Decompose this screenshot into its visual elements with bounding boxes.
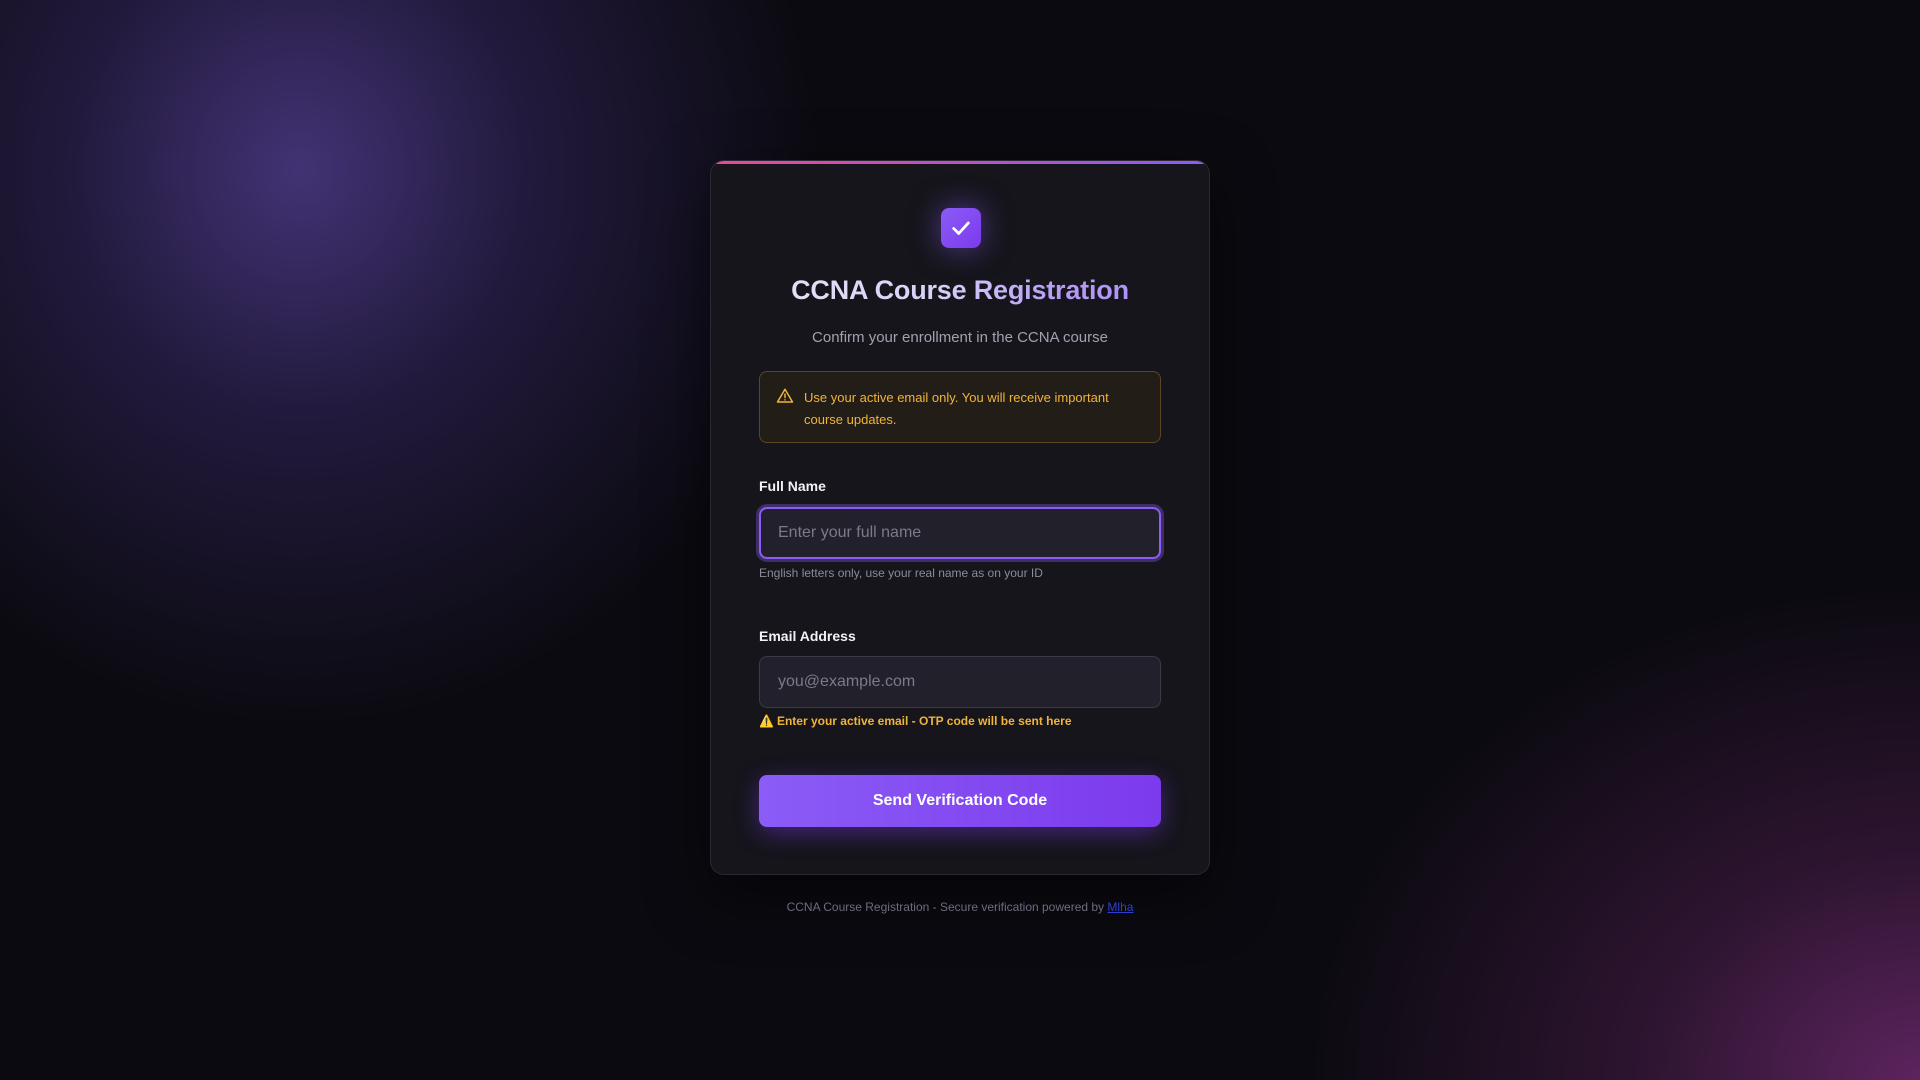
footer-text: CCNA Course Registration - Secure verifi… xyxy=(786,900,1105,914)
email-input[interactable] xyxy=(759,656,1161,708)
check-icon xyxy=(952,221,970,235)
footer: CCNA Course Registration - Secure verifi… xyxy=(0,900,1920,914)
warning-triangle-icon xyxy=(776,388,794,403)
full-name-input[interactable] xyxy=(759,507,1161,559)
full-name-label: Full Name xyxy=(759,478,826,494)
registration-card: CCNA Course Registration Confirm your en… xyxy=(710,160,1210,875)
card-accent-bar xyxy=(711,161,1209,164)
footer-link[interactable]: Mlha xyxy=(1107,900,1133,914)
email-warning-text: Enter your active email - OTP code will … xyxy=(776,714,1072,728)
email-warning: ⚠️ Enter your active email - OTP code wi… xyxy=(759,714,1072,728)
send-verification-code-button[interactable]: Send Verification Code xyxy=(759,775,1161,827)
email-alert-box: Use your active email only. You will rec… xyxy=(759,371,1161,443)
logo-badge xyxy=(941,208,981,248)
warning-emoji-icon: ⚠️ xyxy=(759,714,774,728)
full-name-hint: English letters only, use your real name… xyxy=(759,566,1043,580)
email-label: Email Address xyxy=(759,628,856,644)
alert-text: Use your active email only. You will rec… xyxy=(804,390,1109,427)
page-title: CCNA Course Registration xyxy=(711,275,1209,306)
page-subtitle: Confirm your enrollment in the CCNA cour… xyxy=(812,329,1108,346)
